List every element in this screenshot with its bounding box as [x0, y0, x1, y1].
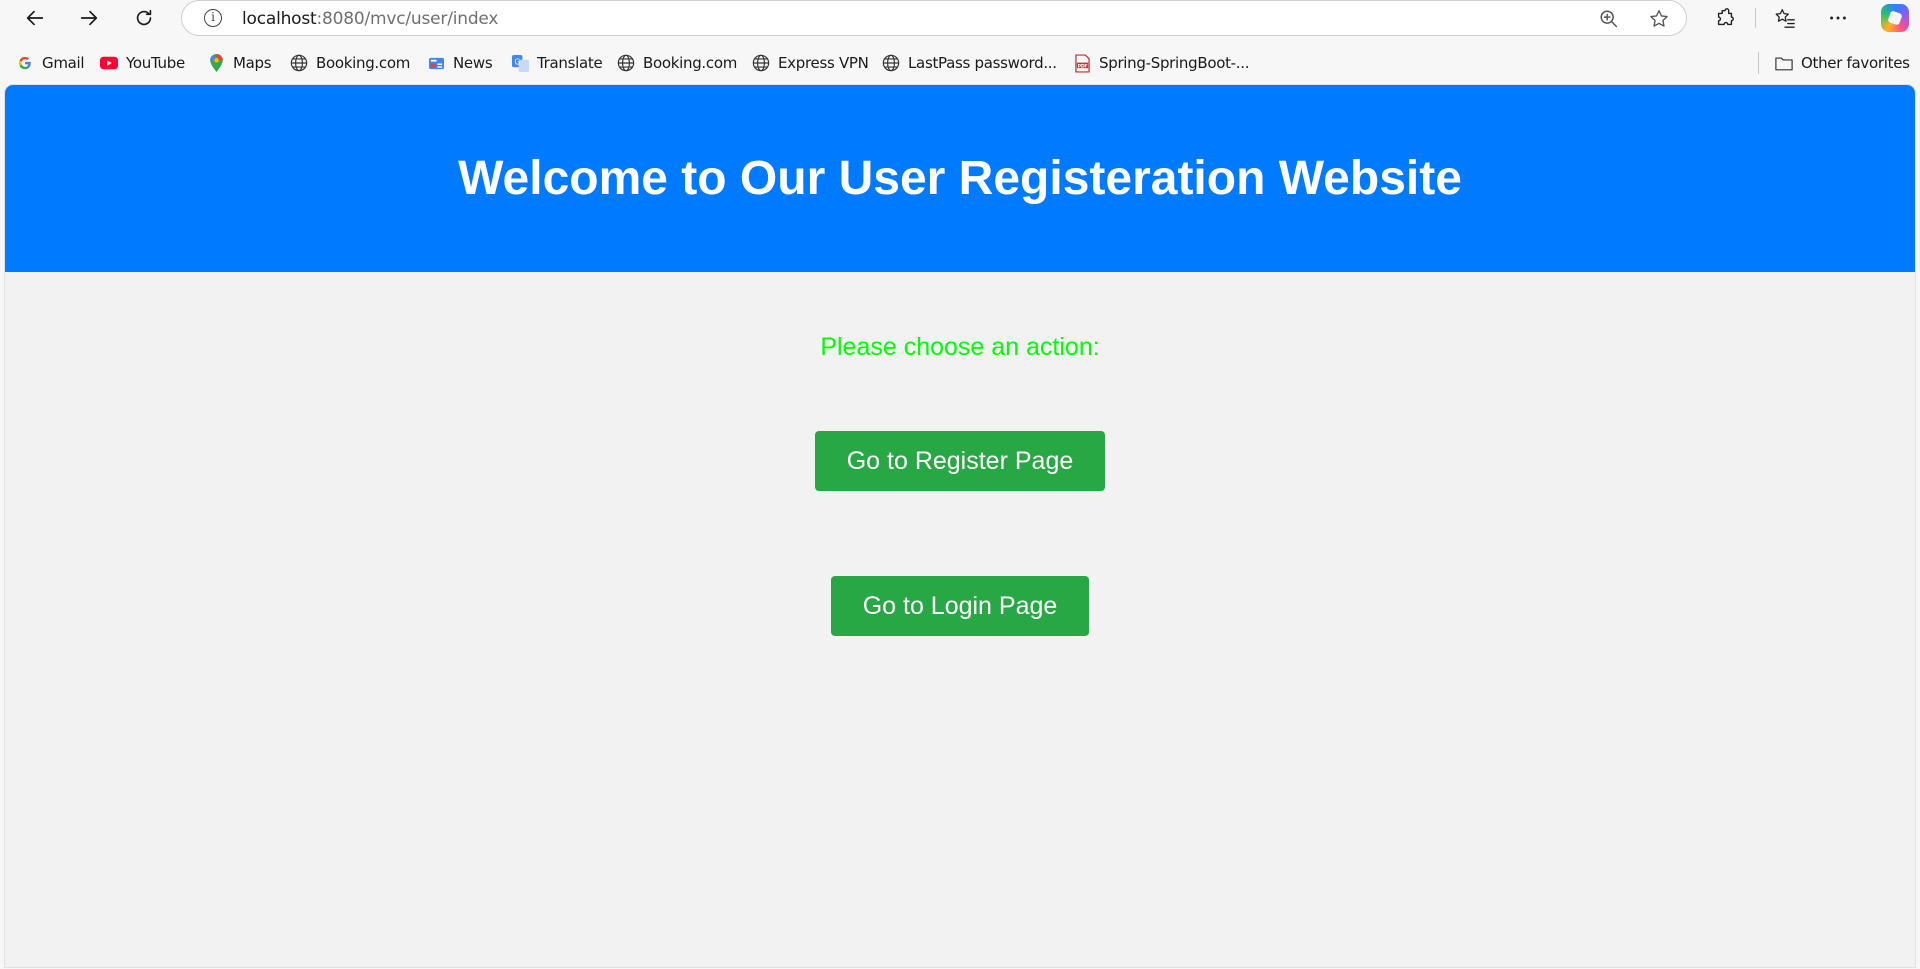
globe-icon: [882, 54, 900, 72]
back-button[interactable]: [20, 3, 50, 33]
other-favorites-label: Other favorites: [1801, 54, 1910, 72]
favorite-star-icon[interactable]: [1647, 7, 1671, 31]
forward-button[interactable]: [74, 3, 104, 33]
bookmark-label: Spring-SpringBoot-...: [1099, 54, 1250, 72]
globe-icon: [290, 54, 308, 72]
bookmark-express-vpn[interactable]: Express VPN: [752, 44, 869, 82]
bookmark-spring-pdf[interactable]: PDF Spring-SpringBoot-...: [1073, 44, 1249, 82]
bookmarks-separator: [1758, 52, 1759, 74]
bookmark-lastpass[interactable]: LastPass password...: [882, 44, 1057, 82]
bookmark-news[interactable]: News: [427, 44, 493, 82]
bookmark-label: Booking.com: [643, 54, 738, 72]
bookmark-label: YouTube: [126, 54, 185, 72]
bookmark-label: Maps: [233, 54, 272, 72]
bookmark-gmail[interactable]: Gmail: [16, 44, 85, 82]
page-title: Welcome to Our User Registeration Websit…: [458, 152, 1462, 205]
globe-icon: [617, 54, 635, 72]
google-icon: [16, 54, 34, 72]
browser-toolbar: i localhost:8080/mvc/user/index: [0, 0, 1920, 36]
bookmark-youtube[interactable]: YouTube: [100, 44, 185, 82]
bookmark-label: News: [453, 54, 493, 72]
bookmark-label: Express VPN: [778, 54, 869, 72]
refresh-icon: [136, 9, 152, 26]
page-header: Welcome to Our User Registeration Websit…: [5, 85, 1915, 272]
address-bar[interactable]: i localhost:8080/mvc/user/index: [181, 0, 1687, 36]
maps-pin-icon: [207, 54, 225, 72]
translate-icon: G: [511, 54, 529, 72]
news-icon: [427, 54, 445, 72]
zoom-icon[interactable]: [1597, 7, 1621, 31]
action-prompt: Please choose an action:: [820, 333, 1100, 361]
arrow-right-icon: [80, 10, 98, 26]
bookmark-label: Booking.com: [316, 54, 411, 72]
extensions-icon[interactable]: [1712, 5, 1738, 31]
bookmark-label: Gmail: [42, 54, 85, 72]
pdf-icon: PDF: [1073, 53, 1091, 73]
bookmark-booking[interactable]: Booking.com: [290, 44, 410, 82]
bookmark-label: LastPass password...: [908, 54, 1057, 72]
bookmark-translate[interactable]: G Translate: [511, 44, 603, 82]
svg-text:G: G: [514, 57, 520, 66]
bookmarks-bar: Gmail YouTube Maps Booking.com News G Tr…: [0, 44, 1920, 82]
bookmark-label: Translate: [537, 54, 603, 72]
arrow-left-icon: [26, 10, 44, 26]
globe-icon: [752, 54, 770, 72]
login-page-button[interactable]: Go to Login Page: [831, 576, 1089, 636]
more-options-icon[interactable]: [1825, 5, 1851, 31]
site-info-icon[interactable]: i: [204, 9, 222, 27]
svg-text:PDF: PDF: [1077, 63, 1087, 69]
favorites-icon[interactable]: [1772, 5, 1798, 31]
toolbar-separator: [1755, 8, 1756, 28]
url-text[interactable]: localhost:8080/mvc/user/index: [242, 9, 498, 29]
youtube-icon: [100, 54, 118, 72]
refresh-button[interactable]: [129, 3, 159, 33]
copilot-icon[interactable]: [1881, 4, 1909, 32]
bookmark-booking-2[interactable]: Booking.com: [617, 44, 737, 82]
register-page-button[interactable]: Go to Register Page: [815, 431, 1105, 491]
other-favorites[interactable]: Other favorites: [1775, 44, 1910, 82]
bookmark-maps[interactable]: Maps: [207, 44, 272, 82]
page-viewport: Welcome to Our User Registeration Websit…: [5, 85, 1915, 967]
folder-icon: [1775, 54, 1793, 72]
